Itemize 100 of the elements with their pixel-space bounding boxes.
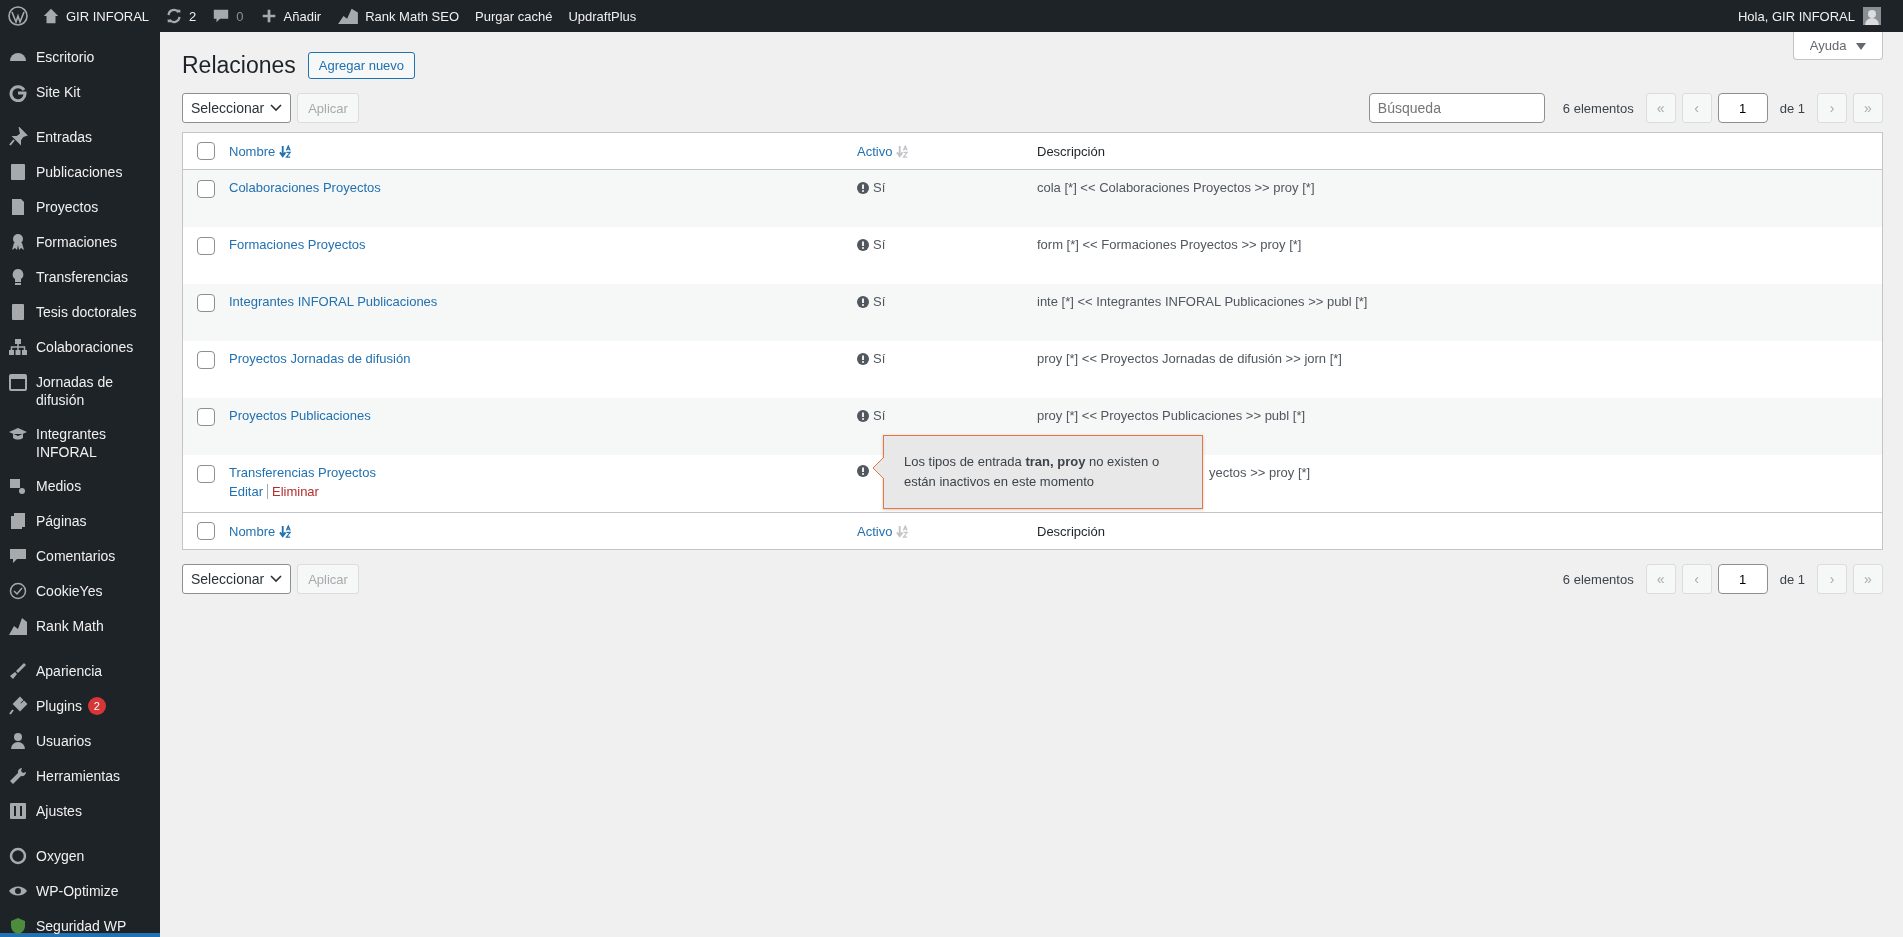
menu-item[interactable]: Jornadas de difusión (0, 365, 160, 417)
bar-chart-icon (337, 7, 360, 25)
page-title: Relaciones (182, 52, 296, 79)
menu-item[interactable]: Comentarios (0, 539, 160, 574)
row-checkbox[interactable] (197, 237, 215, 255)
select-all-checkbox[interactable] (197, 142, 215, 160)
page-total: de 1 (1779, 100, 1805, 116)
description-text: proy [*] << Proyectos Jornadas de difusión >> jorn [*] (1037, 351, 1342, 366)
calendar-icon (8, 372, 28, 392)
row-checkbox[interactable] (197, 180, 215, 198)
chevron-down-icon (270, 575, 283, 583)
menu-item[interactable]: WP-Optimize (0, 874, 160, 909)
warning-icon (857, 181, 869, 194)
updates-count: 2 (189, 8, 197, 24)
relation-name-link[interactable]: Transferencias Proyectos (229, 465, 376, 480)
active-status: Sí (873, 237, 886, 252)
menu-item[interactable]: Escritorio (0, 40, 160, 75)
bulk-actions-dropdown[interactable]: Seleccionar (182, 93, 292, 123)
description-text: inte [*] << Integrantes INFORAL Publicaciones >> publ [*] (1037, 294, 1368, 309)
admin-bar-link[interactable]: Purgar caché (475, 8, 553, 24)
description-text: proy [*] << Proyectos Publicaciones >> publ [*] (1037, 408, 1306, 423)
menu-item[interactable]: CookieYes (0, 574, 160, 609)
wordpress-logo-icon[interactable] (8, 6, 28, 26)
active-status: Sí (873, 294, 886, 309)
menu-item[interactable]: Plugins 2 (0, 689, 160, 724)
add-new-button[interactable]: Agregar nuevo (307, 52, 416, 79)
warning-icon (857, 352, 869, 365)
column-sort-link[interactable]: Nombre (229, 143, 276, 159)
menu-item[interactable]: Páginas (0, 504, 160, 539)
description-text: form [*] << Formaciones Proyectos >> proy [*] (1037, 237, 1302, 252)
row-checkbox[interactable] (197, 294, 215, 312)
menu-item[interactable]: Proyectos (0, 190, 160, 225)
menu-item[interactable]: Rank Math (0, 609, 160, 644)
menu-item[interactable]: Publicaciones (0, 155, 160, 190)
menu-item[interactable]: Oxygen (0, 839, 160, 874)
warning-icon (857, 238, 869, 251)
menu-item[interactable]: Tesis doctorales (0, 295, 160, 330)
bulk-actions-dropdown[interactable]: Seleccionar (182, 564, 292, 594)
shield-icon (8, 916, 28, 936)
menu-item[interactable]: Herramientas (0, 759, 160, 794)
row-checkbox[interactable] (197, 465, 215, 483)
sort-icon[interactable] (279, 144, 293, 158)
account-link[interactable]: Hola, GIR INFORAL (1737, 7, 1881, 25)
row-action-link[interactable]: Editar (229, 484, 263, 499)
relation-name-link[interactable]: Proyectos Jornadas de difusión (229, 351, 411, 366)
row-checkbox[interactable] (197, 408, 215, 426)
pages-icon (8, 511, 28, 531)
home-icon (42, 7, 60, 25)
row-checkbox[interactable] (197, 351, 215, 369)
menu-item[interactable]: Ajustes (0, 794, 160, 829)
select-all-checkbox[interactable] (197, 522, 215, 540)
menu-item[interactable]: Medios (0, 469, 160, 504)
chevron-down-icon (270, 104, 283, 112)
ring-icon (8, 846, 28, 866)
admin-bar-link[interactable]: UpdraftPlus (568, 8, 637, 24)
page-total: de 1 (1779, 571, 1805, 587)
menu-item[interactable]: Integrantes INFORAL (0, 417, 160, 469)
relation-name-link[interactable]: Formaciones Proyectos (229, 237, 366, 252)
menu-item[interactable]: Entradas (0, 120, 160, 155)
updates-link[interactable]: 2 (165, 7, 197, 25)
page-number-field[interactable]: 1 (1717, 93, 1768, 123)
column-header: Descripción (1037, 523, 1105, 539)
help-button[interactable]: Ayuda (1792, 32, 1883, 60)
admin-bar-link[interactable]: Rank Math SEO (337, 7, 460, 25)
warning-icon (857, 295, 869, 308)
warning-icon (857, 465, 869, 477)
column-sort-link[interactable]: Nombre (229, 523, 276, 539)
sort-icon[interactable] (279, 524, 293, 538)
admin-bar-link[interactable]: Añadir (259, 7, 322, 25)
column-header: Descripción (1037, 143, 1105, 159)
menu-item[interactable]: Site Kit (0, 75, 160, 110)
active-status: Sí (873, 180, 886, 195)
menu-item[interactable]: Apariencia (0, 654, 160, 689)
description-text: cola [*] << Colaboraciones Proyectos >> proy [*] (1037, 180, 1315, 195)
page-number-field[interactable]: 1 (1717, 564, 1768, 594)
warning-icon (857, 409, 869, 422)
comments-count: 0 (236, 8, 244, 24)
comments-link[interactable]: 0 (212, 7, 244, 25)
search-field[interactable]: Búsqueda (1368, 93, 1545, 123)
menu-item[interactable]: Transferencias (0, 260, 160, 295)
menu-item[interactable]: Usuarios (0, 724, 160, 759)
greeting: Hola, GIR INFORAL (1737, 8, 1855, 24)
relation-name-link[interactable]: Integrantes INFORAL Publicaciones (229, 294, 438, 309)
column-sort-link[interactable]: Activo (857, 143, 893, 159)
menu-item[interactable]: Seguridad WP (0, 909, 160, 937)
menu-item[interactable]: Formaciones (0, 225, 160, 260)
relation-name-link[interactable]: Proyectos Publicaciones (229, 408, 371, 423)
bar-chart-icon (8, 616, 28, 636)
menu-item[interactable]: Colaboraciones (0, 330, 160, 365)
site-name: GIR INFORAL (66, 8, 150, 24)
g-logo-icon (8, 82, 28, 102)
wrench-icon (8, 766, 28, 786)
speech-bubble-icon (8, 546, 28, 566)
column-sort-link[interactable]: Activo (857, 523, 893, 539)
pin-icon (8, 127, 28, 147)
site-name-link[interactable]: GIR INFORAL (42, 7, 150, 25)
relation-name-link[interactable]: Colaboraciones Proyectos (229, 180, 381, 195)
item-count: 6 elementos (1562, 100, 1634, 116)
media-icon (8, 476, 28, 496)
row-action-link[interactable]: Eliminar (266, 484, 319, 499)
